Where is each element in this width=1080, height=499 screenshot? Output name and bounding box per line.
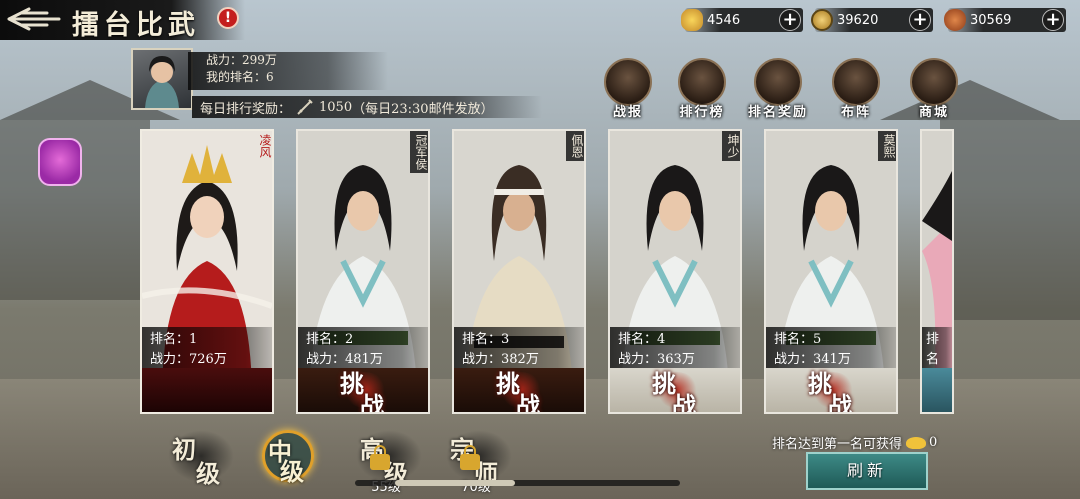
avatar-portrait [145,56,179,108]
battle-report-icon [604,58,652,106]
opponent-name: 坤少 [722,131,740,161]
tier-beginner[interactable]: 初 级 [168,424,238,488]
shop-button[interactable]: 商城 [906,58,962,120]
leaderboard-icon [678,58,726,106]
lock-icon [460,445,480,470]
player-avatar[interactable] [131,48,193,110]
action-label: 排行榜 [679,105,725,120]
refresh-button[interactable]: 刷新 [806,452,928,490]
action-label: 商城 [918,105,949,120]
challenge-button[interactable]: 挑 战 [802,362,864,414]
opponent-name: 莫熙 [878,131,896,161]
title-bar: 擂台比武 ! [0,0,245,41]
add-gold-ingot-button[interactable]: + [779,9,801,31]
challenge-label-2: 战 [672,391,696,414]
battle-report-button[interactable]: 战报 [600,58,656,120]
tier-advanced[interactable]: 高 级 55级 [356,424,426,495]
rank-note-value: 0 [929,435,938,450]
back-button[interactable] [6,4,62,34]
rank-reward-button[interactable]: 排名奖励 [748,58,806,120]
sword-icon [297,99,313,115]
player-power: 战力：299万 [206,53,277,67]
opponent-card-3[interactable]: 佩恩 排名：3 战力：382万 挑 战 [452,129,586,414]
formation-button[interactable]: 布阵 [828,58,884,120]
formation-icon [832,58,880,106]
challenge-label-2: 战 [360,391,384,414]
tier-label-1: 初 [172,435,196,464]
action-label: 布阵 [840,105,871,120]
rank-note-text: 排名达到第一名可获得 [772,437,903,452]
gold-ingot-icon [681,9,703,31]
card-footer [142,368,272,412]
challenge-button[interactable]: 挑 战 [646,362,708,414]
currency-gold-ingot: 4546 + [681,8,803,32]
money-bag-icon [944,9,966,31]
player-rank: 我的排名：6 [206,70,274,84]
rank-first-reward-note: 排名达到第一名可获得 0 [772,433,937,452]
action-label: 排名奖励 [747,105,808,120]
daily-reward-note: （每日23:30邮件发放） [352,101,494,117]
mascot-event-icon[interactable] [38,138,82,186]
opponent-rank: 排名：3 [462,332,510,347]
opponent-card-2[interactable]: 冠军侯 排名：2 战力：481万 挑 战 [296,129,430,414]
opponent-rank: 排名 [926,332,940,367]
opponent-name: 凌风 [258,134,272,158]
tier-label-2: 级 [280,457,304,486]
opponent-card-1[interactable]: 凌风 排名：1 战力：726万 [140,129,274,414]
challenge-label-2: 战 [828,391,852,414]
tier-intermediate[interactable]: 中 级 [256,424,326,488]
tier-scrollbar[interactable] [355,480,680,486]
leaderboard-button[interactable]: 排行榜 [674,58,730,120]
copper-coin-icon [811,9,833,31]
currency-copper-coin: 39620 + [811,8,933,32]
back-arrow-icon [7,7,61,31]
rank-reward-icon [754,58,802,106]
currency-value: 39620 [837,12,879,28]
opponent-rank: 排名：2 [306,332,354,347]
card-footer [922,368,952,412]
page-title: 擂台比武 [72,10,200,41]
challenge-label-2: 战 [516,391,540,414]
opponent-card-6-partial[interactable]: 排名 战力 [920,129,954,414]
lock-icon [370,445,390,470]
opponent-name: 佩恩 [566,131,584,161]
tier-label-2: 级 [196,459,220,488]
bg-building-right [940,120,1080,320]
opponent-rank: 排名：5 [774,332,822,347]
opponent-rank: 排名：1 [150,332,198,347]
opponent-card-4[interactable]: 坤少 排名：4 战力：363万 挑 战 [608,129,742,414]
tier-master[interactable]: 宗 师 70级 [446,424,516,495]
tier-scrollbar-thumb[interactable] [395,480,515,486]
opponent-card-5[interactable]: 莫熙 排名：5 战力：341万 挑 战 [764,129,898,414]
opponent-name: 冠军侯 [410,131,428,173]
add-money-bag-button[interactable]: + [1042,9,1064,31]
currency-value: 4546 [707,12,741,28]
alert-icon[interactable]: ! [217,7,239,29]
action-label: 战报 [612,105,643,120]
gold-ingot-icon [906,436,927,449]
add-copper-coin-button[interactable]: + [909,9,931,31]
daily-reward-amount: 1050 [319,99,353,115]
player-info-panel: 战力：299万 我的排名：6 [188,52,388,90]
daily-reward-label: 每日排行奖励： [200,101,292,117]
challenge-button[interactable]: 挑 战 [490,362,552,414]
opponent-rank: 排名：4 [618,332,666,347]
shop-icon [910,58,958,106]
challenge-button[interactable]: 挑 战 [334,362,396,414]
currency-money-bag: 30569 + [944,8,1066,32]
currency-value: 30569 [970,12,1012,28]
daily-reward-bar: 每日排行奖励： 1050 （每日23:30邮件发放） [192,96,542,118]
opponent-power: 战力：726万 [150,352,227,367]
